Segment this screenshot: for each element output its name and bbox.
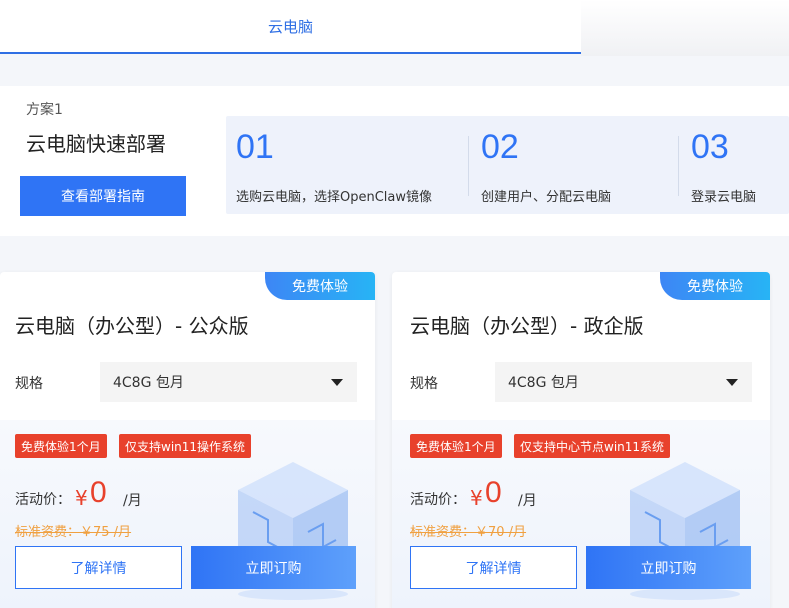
- product-title: 云电脑（办公型）- 政企版: [410, 314, 644, 338]
- order-now-button[interactable]: 立即订购: [586, 546, 751, 589]
- price-value: 0: [90, 476, 107, 509]
- order-now-button[interactable]: 立即订购: [191, 546, 356, 589]
- tab-cloud-pc[interactable]: 云电脑: [0, 0, 581, 54]
- spec-label: 规格: [410, 376, 438, 392]
- tag-free-trial: 免费体验1个月: [410, 434, 502, 458]
- product-card-enterprise: 免费体验 云电脑（办公型）- 政企版 规格 4C8G 包月 免费体验1个月 仅支…: [392, 272, 770, 608]
- step-divider: [678, 136, 679, 196]
- price-label: 活动价：: [15, 492, 71, 508]
- step-text: 选购云电脑，选择OpenClaw镜像: [236, 190, 433, 205]
- product-card-public: 免费体验 云电脑（办公型）- 公众版 规格 4C8G 包月 免费体验1个月 仅支…: [0, 272, 375, 608]
- spec-value: 4C8G 包月: [113, 375, 184, 391]
- step-divider: [468, 136, 469, 196]
- step-number: 03: [691, 128, 729, 166]
- caret-down-icon: [331, 379, 343, 386]
- price-currency: ¥: [470, 486, 483, 510]
- caret-down-icon: [726, 379, 738, 386]
- free-trial-badge: 免费体验: [265, 272, 375, 300]
- step-text: 登录云电脑: [691, 190, 757, 205]
- step-text: 创建用户、分配云电脑: [481, 190, 612, 205]
- spec-value: 4C8G 包月: [508, 375, 579, 391]
- tag-os-support: 仅支持中心节点win11系统: [514, 434, 671, 458]
- price-label: 活动价：: [410, 492, 466, 508]
- deploy-steps: 01 选购云电脑，选择OpenClaw镜像 02 创建用户、分配云电脑 03 登…: [226, 116, 789, 214]
- price-unit: /月: [123, 493, 142, 509]
- top-tab-bar: 云电脑: [0, 0, 789, 56]
- tag-free-trial: 免费体验1个月: [15, 434, 107, 458]
- product-title: 云电脑（办公型）- 公众版: [15, 314, 249, 338]
- step-number: 01: [236, 128, 274, 166]
- price-currency: ¥: [75, 486, 88, 510]
- price-value: 0: [485, 476, 502, 509]
- tab-bar-filler: [581, 0, 789, 56]
- plan-name: 方案1: [26, 102, 63, 118]
- plan-section: 方案1 云电脑快速部署 查看部署指南 01 选购云电脑，选择OpenClaw镜像…: [0, 86, 789, 236]
- free-trial-badge: 免费体验: [660, 272, 770, 300]
- standard-price: 标准资费：￥75 /月: [15, 525, 132, 540]
- spec-dropdown[interactable]: 4C8G 包月: [495, 362, 752, 402]
- standard-price: 标准资费：￥70 /月: [410, 525, 527, 540]
- learn-more-button[interactable]: 了解详情: [15, 546, 182, 589]
- plan-title: 云电脑快速部署: [26, 132, 166, 156]
- price-unit: /月: [518, 493, 537, 509]
- spec-label: 规格: [15, 376, 43, 392]
- spec-dropdown[interactable]: 4C8G 包月: [100, 362, 357, 402]
- view-guide-button[interactable]: 查看部署指南: [20, 176, 186, 216]
- tag-os-support: 仅支持win11操作系统: [119, 434, 252, 458]
- learn-more-button[interactable]: 了解详情: [410, 546, 577, 589]
- step-number: 02: [481, 128, 519, 166]
